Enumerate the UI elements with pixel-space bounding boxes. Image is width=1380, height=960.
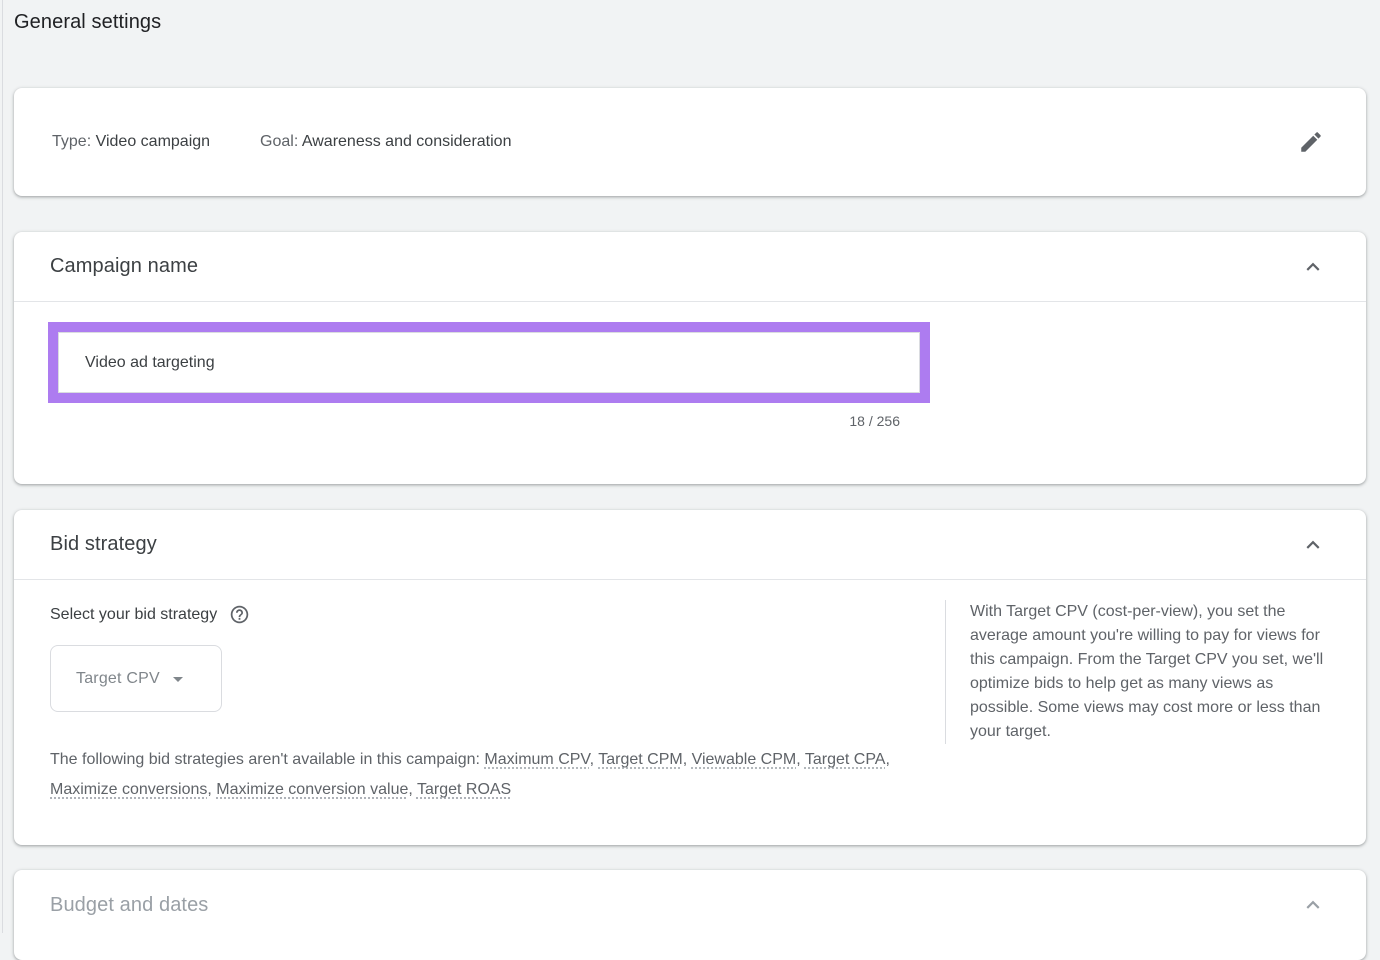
- edit-button[interactable]: [1294, 125, 1328, 159]
- container-left-border: [2, 0, 3, 933]
- budget-dates-card: Budget and dates: [14, 870, 1366, 960]
- campaign-goal: Goal: Awareness and consideration: [260, 133, 511, 151]
- collapse-bid-strategy-button[interactable]: [1296, 528, 1330, 562]
- bid-strategy-dropdown-value: Target CPV: [76, 670, 160, 688]
- campaign-name-input[interactable]: [58, 332, 920, 393]
- select-bid-strategy-label: Select your bid strategy: [50, 606, 217, 624]
- type-goal-card: Type: Video campaign Goal: Awareness and…: [14, 88, 1366, 196]
- type-label: Type:: [52, 133, 91, 150]
- campaign-type: Type: Video campaign: [52, 133, 210, 151]
- help-icon: [229, 604, 250, 625]
- help-button[interactable]: [229, 604, 250, 625]
- type-value: Video campaign: [96, 133, 210, 150]
- campaign-name-card: Campaign name 18 / 256: [14, 232, 1366, 484]
- bid-strategy-term[interactable]: Viewable CPM: [692, 751, 797, 768]
- character-counter: 18 / 256: [48, 403, 930, 429]
- bid-strategy-card: Bid strategy Select your bid strategy: [14, 510, 1366, 845]
- goal-label: Goal:: [260, 133, 298, 150]
- bid-strategy-title: Bid strategy: [50, 533, 157, 556]
- bid-strategy-dropdown[interactable]: Target CPV: [50, 645, 222, 712]
- chevron-up-icon: [1300, 532, 1326, 558]
- bid-strategy-term[interactable]: Target ROAS: [417, 781, 511, 798]
- goal-value: Awareness and consideration: [302, 133, 512, 150]
- campaign-name-title: Campaign name: [50, 255, 198, 278]
- unavailable-strategies-prefix: The following bid strategies aren't avai…: [50, 751, 484, 768]
- chevron-up-icon: [1300, 892, 1326, 918]
- bid-strategy-term[interactable]: Maximize conversions: [50, 781, 207, 798]
- bid-strategy-term[interactable]: Maximize conversion value: [216, 781, 408, 798]
- pencil-icon: [1298, 129, 1324, 155]
- chevron-up-icon: [1300, 254, 1326, 280]
- campaign-name-highlight: [48, 322, 930, 403]
- dropdown-arrow-icon: [166, 667, 190, 691]
- unavailable-strategies-note: The following bid strategies aren't avai…: [50, 745, 922, 805]
- bid-strategy-term[interactable]: Target CPA: [805, 751, 886, 768]
- bid-strategy-help-panel: With Target CPV (cost-per-view), you set…: [945, 600, 1337, 744]
- collapse-budget-dates-button[interactable]: [1296, 888, 1330, 922]
- budget-dates-title: Budget and dates: [50, 894, 208, 917]
- bid-strategy-term[interactable]: Maximum CPV: [484, 751, 589, 768]
- page-title: General settings: [14, 11, 161, 34]
- collapse-campaign-name-button[interactable]: [1296, 250, 1330, 284]
- bid-strategy-term[interactable]: Target CPM: [598, 751, 682, 768]
